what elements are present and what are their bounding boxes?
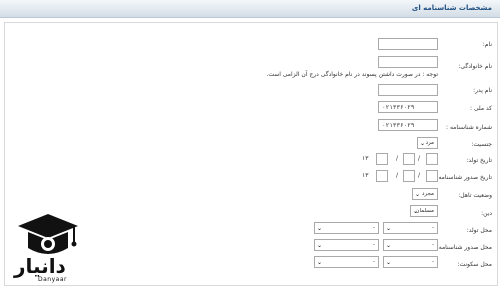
- issue-month-input[interactable]: [403, 170, 415, 182]
- issue-city-select[interactable]: ⌄ -: [314, 239, 379, 251]
- label-name: نام:: [482, 41, 492, 48]
- issue-year-input[interactable]: [376, 170, 388, 182]
- logo-text-fa: دانیار: [14, 254, 66, 278]
- family-input[interactable]: [378, 56, 438, 68]
- label-national-code: کد ملی :: [469, 105, 492, 112]
- gender-select[interactable]: ⌄ مرد: [417, 137, 438, 149]
- label-id-number: شماره شناسنامه :: [446, 124, 492, 131]
- birth-year-prefix: ۱۳: [362, 155, 369, 162]
- chevron-down-icon: ⌄: [415, 191, 421, 198]
- issue-province-select[interactable]: ⌄ -: [383, 239, 438, 251]
- father-input[interactable]: [378, 84, 438, 96]
- chevron-down-icon: ⌄: [386, 225, 392, 232]
- birth-city-select[interactable]: ⌄ -: [314, 222, 379, 234]
- logo-text-en: Danyaar: [38, 276, 67, 283]
- label-family: نام خانوادگی:: [458, 63, 492, 70]
- family-note: توجه : در صورت داشتن پسوند در نام خانواد…: [266, 71, 438, 78]
- religion-select[interactable]: ⌄ مسلمان: [410, 205, 438, 217]
- label-gender: جنسیت:: [471, 141, 492, 148]
- label-birth-place: محل تولد:: [466, 227, 492, 234]
- label-residence: محل سکونت:: [457, 261, 492, 268]
- birth-year-input[interactable]: [376, 153, 388, 165]
- page-title: مشخصات شناسنامه ای: [411, 4, 492, 12]
- issue-day-input[interactable]: [426, 170, 438, 182]
- id-number-input[interactable]: ۰۲۱۳۳۶۰۲۹: [378, 119, 438, 131]
- label-issue-date: تاریخ صدور شناسنامه:: [436, 174, 492, 181]
- chevron-down-icon: ⌄: [317, 242, 323, 249]
- page-header: مشخصات شناسنامه ای: [0, 0, 500, 18]
- birth-day-input[interactable]: [426, 153, 438, 165]
- chevron-down-icon: ⌄: [420, 140, 426, 147]
- label-birth-date: تاریخ تولد:: [466, 157, 492, 164]
- residence-province-select[interactable]: ⌄ -: [383, 256, 438, 268]
- residence-city-select[interactable]: ⌄ -: [314, 256, 379, 268]
- label-marital: وضعیت تاهل:: [458, 192, 492, 199]
- birth-province-select[interactable]: ⌄ -: [383, 222, 438, 234]
- issue-year-prefix: ۱۳: [362, 172, 369, 179]
- chevron-down-icon: ⌄: [317, 259, 323, 266]
- birth-month-input[interactable]: [403, 153, 415, 165]
- marital-select[interactable]: ⌄ مجرد: [412, 188, 438, 200]
- national-code-input[interactable]: ۰۲۱۳۳۶۰۲۹: [378, 101, 438, 113]
- name-input[interactable]: [378, 38, 438, 50]
- label-issue-place: محل صدور شناسنامه:: [436, 244, 492, 251]
- chevron-down-icon: ⌄: [317, 225, 323, 232]
- label-religion: دین:: [481, 210, 492, 217]
- chevron-down-icon: ⌄: [386, 242, 392, 249]
- label-father: نام پدر:: [473, 87, 492, 94]
- chevron-down-icon: ⌄: [386, 259, 392, 266]
